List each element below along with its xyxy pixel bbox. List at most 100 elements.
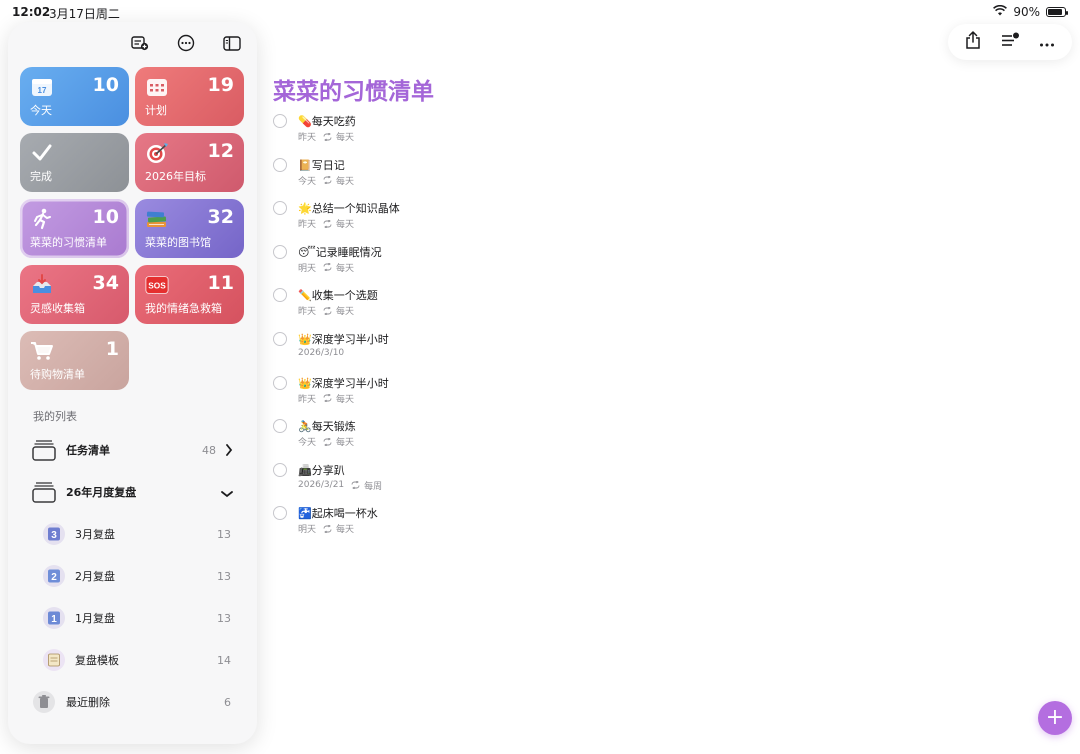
task-subtitle: 昨天 每天 [298,304,354,317]
more-circle-icon[interactable] [175,32,197,54]
list-item-recently-deleted[interactable]: 最近删除 6 [8,684,257,720]
task-repeat: 每天 [336,176,355,187]
task-checkbox[interactable] [273,288,287,303]
list-item-label: 2月复盘 [75,570,115,583]
list-item-count: 13 [217,569,231,583]
task-repeat: 每周 [364,481,383,492]
task-row[interactable]: ✏️收集一个选题 昨天 每天 [273,287,673,323]
card-count: 19 [207,74,234,96]
task-repeat: 每天 [336,438,355,449]
battery-icon [1046,7,1068,17]
inbox-tray-icon [30,273,54,297]
sos-icon: SOS [145,273,169,297]
task-row[interactable]: 📔写日记 今天 每天 [273,157,673,193]
task-checkbox[interactable] [273,419,287,434]
task-checkbox[interactable] [273,462,287,477]
task-title: 💊每天吃药 [298,115,356,128]
task-row[interactable]: 📠分享趴 2026/3/21 每周 [273,462,673,498]
list-filter-icon[interactable] [1000,32,1020,52]
repeat-icon [323,306,332,315]
task-title: 👑深度学习半小时 [298,376,389,390]
repeat-icon [323,394,332,403]
card-label: 灵感收集箱 [30,302,85,315]
smart-list-today[interactable]: 17 10 今天 [20,67,129,126]
smart-list-scheduled[interactable]: 19 计划 [135,67,244,126]
task-repeat: 每天 [336,525,355,536]
list-item-label: 26年月度复盘 [66,486,137,499]
notepad-icon [42,648,66,672]
svg-text:SOS: SOS [148,281,166,291]
task-repeat: 每天 [336,263,355,274]
smart-list-completed[interactable]: 完成 [20,133,129,192]
task-subtitle: 昨天 每天 [298,130,354,143]
card-count: 11 [207,272,234,294]
task-checkbox[interactable] [273,332,287,346]
task-title: 👑深度学习半小时 [298,333,389,346]
task-checkbox[interactable] [273,375,287,390]
add-list-icon[interactable] [129,32,151,54]
list-item-review-template[interactable]: 复盘模板 14 [8,642,257,678]
status-time: 12:02 [12,5,51,19]
task-repeat: 每天 [336,133,355,143]
list-item-march-review[interactable]: 3 3月复盘 13 [8,516,257,552]
card-count: 34 [92,272,119,294]
task-checkbox[interactable] [273,114,287,128]
task-checkbox[interactable] [273,157,287,172]
repeat-icon [323,263,332,272]
smart-list-shopping[interactable]: 1 待购物清单 [20,331,129,390]
task-row[interactable]: 😴记录睡眠情况 明天 每天 [273,244,673,280]
repeat-icon [351,481,360,490]
task-subtitle: 2026/3/21 每周 [298,479,382,492]
card-label: 今天 [30,104,52,117]
task-date: 昨天 [298,133,317,143]
list-item-january-review[interactable]: 1 1月复盘 13 [8,600,257,636]
list-item-february-review[interactable]: 2 2月复盘 13 [8,558,257,594]
top-toolbar [948,24,1072,60]
card-label: 计划 [145,104,167,117]
stack-icon [32,439,56,461]
task-subtitle: 2026/3/10 [298,348,344,358]
task-row[interactable]: 🚴每天锻炼 今天 每天 [273,418,673,454]
task-row[interactable]: 👑深度学习半小时 2026/3/10 [273,331,673,367]
list-item-label: 复盘模板 [75,654,119,667]
task-checkbox[interactable] [273,244,287,259]
task-row[interactable]: 🚰起床喝一杯水 明天 每天 [273,505,673,541]
card-count: 32 [207,206,234,228]
task-date: 明天 [298,263,317,274]
task-date: 2026/3/21 [298,480,345,491]
chevron-right-icon [225,441,233,460]
repeat-icon [323,176,332,185]
task-row[interactable]: 🌟总结一个知识晶体 昨天 每天 [273,200,673,236]
repeat-icon [323,132,332,141]
task-date: 昨天 [298,220,317,231]
chevron-down-icon[interactable] [221,483,233,502]
add-task-button[interactable]: + [1038,701,1072,735]
task-title: 🚴每天锻炼 [298,420,356,434]
smart-list-library[interactable]: 32 菜菜的图书馆 [135,199,244,258]
smart-list-goals[interactable]: 12 2026年目标 [135,133,244,192]
list-item-count: 48 [202,443,216,457]
task-date: 昨天 [298,307,317,318]
list-item-tasks[interactable]: 任务清单 48 [8,432,257,468]
task-checkbox[interactable] [273,201,287,216]
task-title: 🚰起床喝一杯水 [298,507,378,521]
running-icon [30,207,54,231]
sidebar-toggle-icon[interactable] [221,32,243,54]
number-1-icon: 1 [42,606,66,630]
card-label: 完成 [30,170,52,183]
list-item-label: 1月复盘 [75,612,115,625]
task-row[interactable]: 💊每天吃药昨天 每天 [273,113,673,149]
smart-list-emotion[interactable]: SOS 11 我的情绪急救箱 [135,265,244,324]
checkmark-icon [30,141,54,165]
task-subtitle: 明天 每天 [298,522,354,535]
smart-list-habits[interactable]: 10 菜菜的习惯清单 [20,199,129,258]
repeat-icon [323,437,332,446]
ellipsis-icon[interactable] [1039,33,1055,52]
smart-list-inspiration[interactable]: 34 灵感收集箱 [20,265,129,324]
task-subtitle: 昨天 每天 [298,392,354,405]
list-group-monthly-review[interactable]: 26年月度复盘 [8,474,257,510]
share-icon[interactable] [965,30,981,53]
card-count: 10 [92,74,119,96]
task-checkbox[interactable] [273,506,287,521]
task-row[interactable]: 👑深度学习半小时 昨天 每天 [273,375,673,411]
